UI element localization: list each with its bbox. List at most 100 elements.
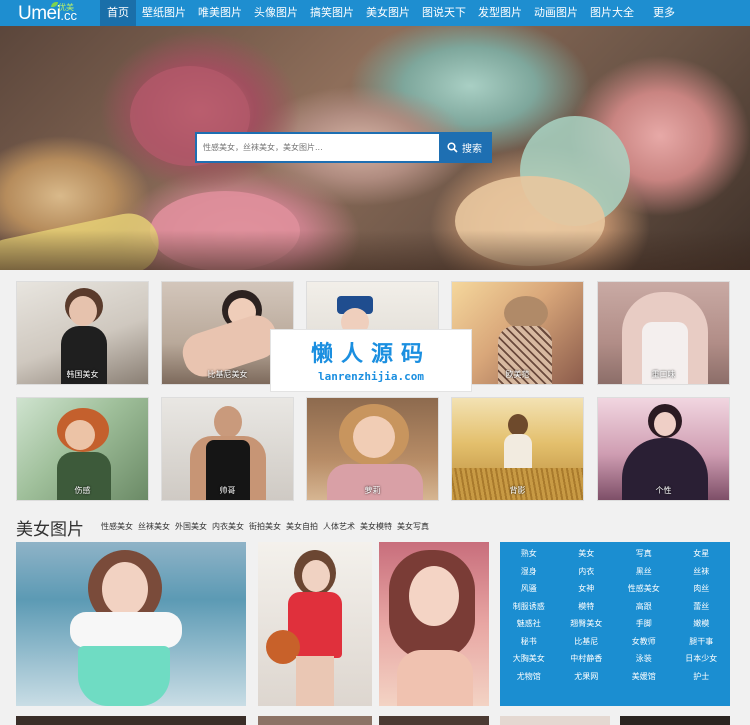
category-tag-grid: 熟女 美女 写真 女星湿身 内衣 黑丝 丝袜风骚 女神 性感美女 肉丝制服诱惑 模特 高跟 蕾丝魅惑社翘… <box>500 542 730 706</box>
category-tag-link[interactable]: 黑丝 <box>615 563 673 581</box>
photo-detail <box>397 650 473 706</box>
category-tag-link[interactable]: 腿干事 <box>673 633 731 651</box>
nav-item[interactable]: 发型图片 <box>472 0 528 26</box>
nav-item[interactable]: 图片大全 <box>584 0 640 26</box>
search-box: 搜索 <box>195 132 492 163</box>
gallery-photo[interactable] <box>258 716 372 725</box>
category-tag-link[interactable]: 泳装 <box>615 650 673 668</box>
gallery-photo[interactable] <box>16 542 246 706</box>
nav-item[interactable]: 更多 <box>640 0 688 26</box>
category-tag-link[interactable]: 湿身 <box>500 563 558 581</box>
thumb-card[interactable]: 韩国美女 <box>16 281 149 385</box>
search-icon <box>447 142 458 153</box>
thumb-caption: 帅哥 <box>219 486 236 495</box>
category-tag-link[interactable]: 比基尼 <box>558 633 616 651</box>
thumb-card[interactable]: 个性 <box>597 397 730 501</box>
thumb-image <box>508 414 528 436</box>
section-tag-link[interactable]: 外国美女 <box>175 521 207 532</box>
category-tag-link[interactable]: 中村静香 <box>558 650 616 668</box>
category-tag-link[interactable]: 魅惑社 <box>500 615 558 633</box>
nav-item[interactable]: 搞笑图片 <box>304 0 360 26</box>
gallery-photo[interactable] <box>258 542 372 706</box>
category-tag-link[interactable]: 写真 <box>615 545 673 563</box>
gallery-photo[interactable] <box>500 716 610 725</box>
thumb-card[interactable]: 帅哥 <box>161 397 294 501</box>
search-button-label: 搜索 <box>462 144 482 155</box>
category-tag-link[interactable]: 风骚 <box>500 580 558 598</box>
nav-item[interactable]: 动画图片 <box>528 0 584 26</box>
thumb-image <box>69 296 97 326</box>
category-tag-link[interactable]: 翘臀美女 <box>558 615 616 633</box>
nav-item[interactable]: 图说天下 <box>416 0 472 26</box>
gallery-photo[interactable] <box>379 716 489 725</box>
category-tag-link[interactable]: 女神 <box>558 580 616 598</box>
photo-detail <box>78 646 170 706</box>
thumb-card[interactable]: 萝莉 <box>306 397 439 501</box>
category-tag-link[interactable]: 日本少女 <box>673 650 731 668</box>
category-tag-link[interactable]: 丝袜 <box>673 563 731 581</box>
photo-detail <box>70 612 182 648</box>
search-button[interactable]: 搜索 <box>439 134 490 161</box>
photo-detail <box>266 630 300 664</box>
section-tag-link[interactable]: 美女自拍 <box>286 521 318 532</box>
section-tag-link[interactable]: 人体艺术 <box>323 521 355 532</box>
category-tag-link[interactable]: 模特 <box>558 598 616 616</box>
section-tag-link[interactable]: 街拍美女 <box>249 521 281 532</box>
top-nav-bar: Umei .cc 优美 首页 壁纸图片 唯美图片 头像图片 搞笑图片 美女图片 图说天下 发型图… <box>0 0 750 26</box>
section-tag-link[interactable]: 美女写真 <box>397 521 429 532</box>
gallery-photo[interactable] <box>379 542 489 706</box>
site-logo[interactable]: Umei .cc 优美 <box>18 1 77 25</box>
section-tag-link[interactable]: 内衣美女 <box>212 521 244 532</box>
photo-detail <box>102 562 148 616</box>
thumb-card[interactable]: 伤感 <box>16 397 149 501</box>
category-tag-link[interactable]: 美女 <box>558 545 616 563</box>
gallery-photo[interactable] <box>620 716 730 725</box>
section-title: 美女图片 <box>16 520 84 540</box>
logo-cn: 优美 <box>58 3 74 12</box>
category-tag-link[interactable]: 美媛馆 <box>615 668 673 686</box>
category-tag-link[interactable]: 性感美女 <box>615 580 673 598</box>
category-tag-link[interactable]: 内衣 <box>558 563 616 581</box>
nav-item[interactable]: 壁纸图片 <box>136 0 192 26</box>
watermark-overlay: 懒人源码 lanrenzhijia.com <box>270 329 472 392</box>
category-tag-link[interactable]: 熟女 <box>500 545 558 563</box>
category-tag-link[interactable]: 大胸美女 <box>500 650 558 668</box>
category-tag-link[interactable]: 护士 <box>673 668 731 686</box>
thumb-caption: 重口味 <box>651 370 676 379</box>
category-tag-link[interactable]: 女教师 <box>615 633 673 651</box>
category-tag-link[interactable]: 女星 <box>673 545 731 563</box>
thumb-caption: 萝莉 <box>364 486 381 495</box>
category-tag-link[interactable]: 尤果网 <box>558 668 616 686</box>
section-tag-link[interactable]: 性感美女 <box>101 521 133 532</box>
category-tag-link[interactable]: 蕾丝 <box>673 598 731 616</box>
photo-detail <box>409 566 459 626</box>
category-tag-link[interactable]: 嫩模 <box>673 615 731 633</box>
search-input[interactable] <box>197 134 439 161</box>
category-tag-link[interactable]: 肉丝 <box>673 580 731 598</box>
gallery-photo[interactable] <box>16 716 246 725</box>
thumb-card[interactable]: 重口味 <box>597 281 730 385</box>
watermark-cn: 懒人源码 <box>310 342 431 367</box>
category-tag-link[interactable]: 尤物馆 <box>500 668 558 686</box>
category-tag-link[interactable]: 手脚 <box>615 615 673 633</box>
thumb-image <box>504 296 548 330</box>
category-tag-link[interactable]: 高跟 <box>615 598 673 616</box>
thumb-image <box>214 406 242 438</box>
watermark-en: lanrenzhijia.com <box>318 370 424 383</box>
category-tag-link[interactable]: 秘书 <box>500 633 558 651</box>
nav-item[interactable]: 头像图片 <box>248 0 304 26</box>
nav-item[interactable]: 首页 <box>100 0 136 26</box>
section-tags: 性感美女 丝袜美女 外国美女 内衣美女 街拍美女 美女自拍 人体艺术 美女模特 美女写真 <box>101 521 429 532</box>
nav-menu: 首页 壁纸图片 唯美图片 头像图片 搞笑图片 美女图片 图说天下 发型图片 动画图片 图片大全 更多 <box>100 0 688 26</box>
thumb-caption: 背影 <box>509 486 526 495</box>
thumb-caption: 韩国美女 <box>66 370 99 379</box>
thumb-image <box>353 416 395 458</box>
section-tag-link[interactable]: 美女模特 <box>360 521 392 532</box>
nav-item[interactable]: 美女图片 <box>360 0 416 26</box>
hero-shadow <box>0 230 750 270</box>
thumb-caption: 个性 <box>655 486 672 495</box>
nav-item[interactable]: 唯美图片 <box>192 0 248 26</box>
thumb-card[interactable]: 背影 <box>451 397 584 501</box>
category-tag-link[interactable]: 制服诱惑 <box>500 598 558 616</box>
section-tag-link[interactable]: 丝袜美女 <box>138 521 170 532</box>
